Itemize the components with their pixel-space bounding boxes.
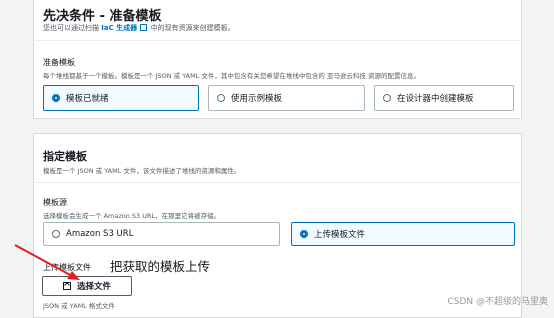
- choose-file-label: 选择文件: [76, 282, 111, 292]
- watermark: CSDN @不超级的马里奥: [447, 297, 548, 307]
- desc-text-after: 中的现有资源来创建模板。: [150, 24, 235, 32]
- option-label: Amazon S3 URL: [66, 229, 134, 239]
- specify-template-title: 指定模板: [43, 150, 87, 163]
- option-upload-template[interactable]: 上传模板文件: [291, 222, 515, 246]
- radio-selected-icon[interactable]: [52, 94, 60, 102]
- option-label: 在设计器中创建模板: [397, 94, 474, 104]
- divider: [34, 40, 521, 41]
- radio-icon[interactable]: [52, 230, 60, 238]
- option-s3-url[interactable]: Amazon S3 URL: [43, 222, 280, 246]
- prepare-template-label: 准备模板: [43, 58, 75, 67]
- external-link-icon[interactable]: [140, 24, 148, 31]
- option-template-ready[interactable]: 模板已就绪: [43, 85, 199, 111]
- choose-file-button[interactable]: 选择文件: [42, 276, 132, 296]
- prepare-template-description: 每个堆栈都基于一个模板。模板是一个 JSON 或 YAML 文件，其中包含有关您…: [43, 72, 421, 80]
- upload-template-label: 上传模板文件: [43, 263, 91, 272]
- iac-generator-link[interactable]: IaC 生成器: [101, 24, 137, 32]
- option-label: 模板已就绪: [66, 94, 109, 104]
- radio-icon[interactable]: [383, 94, 391, 102]
- prerequisite-description: 您也可以通过扫描 IaC 生成器 中的现有资源来创建模板。: [43, 23, 235, 33]
- radio-selected-icon[interactable]: [300, 230, 308, 238]
- radio-icon[interactable]: [217, 94, 225, 102]
- divider: [34, 182, 521, 183]
- template-source-label: 模板源: [43, 198, 67, 207]
- desc-text: 您也可以通过扫描: [43, 24, 99, 32]
- option-label: 上传模板文件: [314, 230, 366, 240]
- annotation-text: 把获取的模板上传: [110, 259, 211, 274]
- specify-template-description: 模板是一个 JSON 或 YAML 文件，该文件描述了堆栈的资源和属性。: [43, 167, 241, 175]
- file-format-hint: JSON 或 YAML 格式文件: [43, 302, 115, 310]
- prerequisite-panel: 先决条件 - 准备模板 您也可以通过扫描 IaC 生成器 中的现有资源来创建模板…: [33, 0, 522, 119]
- option-label: 使用示例模板: [231, 94, 283, 104]
- option-designer-template[interactable]: 在设计器中创建模板: [374, 85, 514, 111]
- option-sample-template[interactable]: 使用示例模板: [208, 85, 365, 111]
- specify-template-panel: 指定模板 模板是一个 JSON 或 YAML 文件，该文件描述了堆栈的资源和属性…: [33, 133, 522, 318]
- template-source-description: 选择模板会生成一个 Amazon S3 URL，在那里它将被存储。: [43, 212, 221, 220]
- upload-icon: [62, 282, 71, 290]
- prerequisite-title: 先决条件 - 准备模板: [43, 9, 162, 24]
